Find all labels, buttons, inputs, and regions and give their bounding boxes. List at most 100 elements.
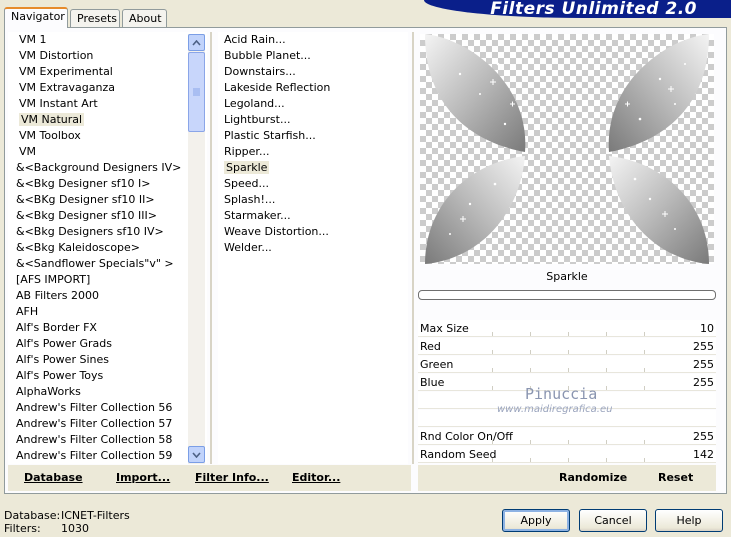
status-filters-value: 1030 xyxy=(61,522,89,535)
list-item[interactable]: Alf's Border FX xyxy=(8,320,207,336)
list-item-selected[interactable]: VM Natural xyxy=(8,112,207,128)
scroll-up-button[interactable] xyxy=(188,34,205,51)
preview-image xyxy=(420,34,714,264)
database-button[interactable]: Database xyxy=(24,471,83,484)
list-item[interactable]: Speed... xyxy=(218,176,408,192)
slider-ticks xyxy=(492,350,656,354)
reset-button[interactable]: Reset xyxy=(658,471,693,484)
scroll-down-button[interactable] xyxy=(188,446,205,463)
list-item[interactable]: Ripper... xyxy=(218,144,408,160)
list-item[interactable]: VM Toolbox xyxy=(8,128,207,144)
list-item[interactable]: [AFS IMPORT] xyxy=(8,272,207,288)
list-item[interactable]: Weave Distortion... xyxy=(218,224,408,240)
list-item[interactable]: Legoland... xyxy=(218,96,408,112)
chevron-down-icon xyxy=(192,451,201,458)
list-item[interactable]: VM Distortion xyxy=(8,48,207,64)
filter-info-button[interactable]: Filter Info... xyxy=(195,471,269,484)
progress-bar xyxy=(418,290,716,300)
filter-list[interactable]: Acid Rain... Bubble Planet... Downstairs… xyxy=(218,32,408,464)
sparkle-preview-graphic xyxy=(425,34,709,264)
banner-title: Filters Unlimited 2.0 xyxy=(490,0,697,18)
list-item[interactable]: AlphaWorks xyxy=(8,384,207,400)
list-item[interactable]: VM Extravaganza xyxy=(8,80,207,96)
param-random-seed-slider[interactable]: Random Seed 142 xyxy=(418,446,716,463)
watermark-name: Pinuccia xyxy=(525,385,598,403)
chevron-up-icon xyxy=(192,39,201,46)
list-item[interactable]: VM Instant Art xyxy=(8,96,207,112)
list-item[interactable]: Downstairs... xyxy=(218,64,408,80)
param-label: Random Seed xyxy=(420,448,497,461)
tab-navigator[interactable]: Navigator xyxy=(4,7,68,28)
list-item[interactable]: &<Bkg Kaleidoscope> xyxy=(8,240,207,256)
param-green-slider[interactable]: Green 255 xyxy=(418,356,716,373)
tab-presets[interactable]: Presets xyxy=(70,9,120,27)
list-item[interactable]: Andrew's Filter Collection 56 xyxy=(8,400,207,416)
status-database-value: ICNET-Filters xyxy=(61,509,130,522)
list-item[interactable]: VM Experimental xyxy=(8,64,207,80)
list-item[interactable]: &<Background Designers IV> xyxy=(8,160,207,176)
category-list[interactable]: VM 1 VM Distortion VM Experimental VM Ex… xyxy=(8,32,207,464)
scroll-thumb[interactable] xyxy=(188,52,205,132)
list-item[interactable]: Lakeside Reflection xyxy=(218,80,408,96)
status-database: Database: ICNET-Filters xyxy=(4,509,130,522)
param-red-slider[interactable]: Red 255 xyxy=(418,338,716,355)
list-item[interactable]: &<Bkg Designer sf10 I> xyxy=(8,176,207,192)
param-value: 10 xyxy=(700,322,714,335)
status-filters: Filters: 1030 xyxy=(4,522,89,535)
list-item[interactable]: Andrew's Filter Collection 57 xyxy=(8,416,207,432)
param-value: 255 xyxy=(693,376,714,389)
list-item[interactable]: &<Bkg Designers sf10 IV> xyxy=(8,224,207,240)
slider-ticks xyxy=(492,440,656,444)
list-item[interactable]: &<Sandflower Specials"v" > xyxy=(8,256,207,272)
preview-toolbar: Randomize Reset xyxy=(418,465,716,491)
param-label: Green xyxy=(420,358,454,371)
apply-button[interactable]: Apply xyxy=(502,509,570,532)
slider-ticks xyxy=(492,458,656,462)
param-value: 255 xyxy=(693,430,714,443)
divider xyxy=(210,32,212,464)
list-toolbar: Database Import... Filter Info... Editor… xyxy=(8,465,411,491)
list-item[interactable]: VM 1 xyxy=(8,32,207,48)
list-item[interactable]: AFH xyxy=(8,304,207,320)
list-item[interactable]: Starmaker... xyxy=(218,208,408,224)
list-item[interactable]: Alf's Power Toys xyxy=(8,368,207,384)
list-item[interactable]: Plastic Starfish... xyxy=(218,128,408,144)
list-item[interactable]: Lightburst... xyxy=(218,112,408,128)
param-value: 255 xyxy=(693,340,714,353)
list-item[interactable]: Andrew's Filter Collection 58 xyxy=(8,432,207,448)
param-rnd-color-slider[interactable]: Rnd Color On/Off 255 xyxy=(418,428,716,445)
divider xyxy=(412,32,414,464)
title-banner: Filters Unlimited 2.0 xyxy=(424,0,731,18)
watermark-url: www.maidiregrafica.eu xyxy=(497,404,613,415)
param-value: 142 xyxy=(693,448,714,461)
status-database-label: Database: xyxy=(4,509,61,522)
param-label: Max Size xyxy=(420,322,469,335)
list-item[interactable]: Welder... xyxy=(218,240,408,256)
cancel-button[interactable]: Cancel xyxy=(579,509,647,532)
tab-about[interactable]: About xyxy=(122,9,167,27)
category-scrollbar[interactable] xyxy=(188,34,205,464)
filter-name-label: Sparkle xyxy=(546,270,588,283)
list-item[interactable]: &<BKg Designer sf10 II> xyxy=(8,192,207,208)
list-item[interactable]: Alf's Power Grads xyxy=(8,336,207,352)
param-max-size-slider[interactable]: Max Size 10 xyxy=(418,320,716,337)
randomize-button[interactable]: Randomize xyxy=(559,471,627,484)
param-value: 255 xyxy=(693,358,714,371)
help-button[interactable]: Help xyxy=(655,509,723,532)
list-item-selected[interactable]: Sparkle xyxy=(218,160,408,176)
list-item[interactable]: VM xyxy=(8,144,207,160)
status-filters-label: Filters: xyxy=(4,522,41,535)
list-item[interactable]: AB Filters 2000 xyxy=(8,288,207,304)
editor-button[interactable]: Editor... xyxy=(292,471,340,484)
param-label: Blue xyxy=(420,376,445,389)
slider-ticks xyxy=(492,368,656,372)
list-item[interactable]: Andrew's Filter Collection 59 xyxy=(8,448,207,464)
list-item[interactable]: Acid Rain... xyxy=(218,32,408,48)
list-item[interactable]: Alf's Power Sines xyxy=(8,352,207,368)
list-item[interactable]: Bubble Planet... xyxy=(218,48,408,64)
list-item[interactable]: Splash!... xyxy=(218,192,408,208)
import-button[interactable]: Import... xyxy=(116,471,170,484)
list-item[interactable]: &<Bkg Designer sf10 III> xyxy=(8,208,207,224)
param-label: Red xyxy=(420,340,441,353)
grip-icon xyxy=(193,88,200,96)
